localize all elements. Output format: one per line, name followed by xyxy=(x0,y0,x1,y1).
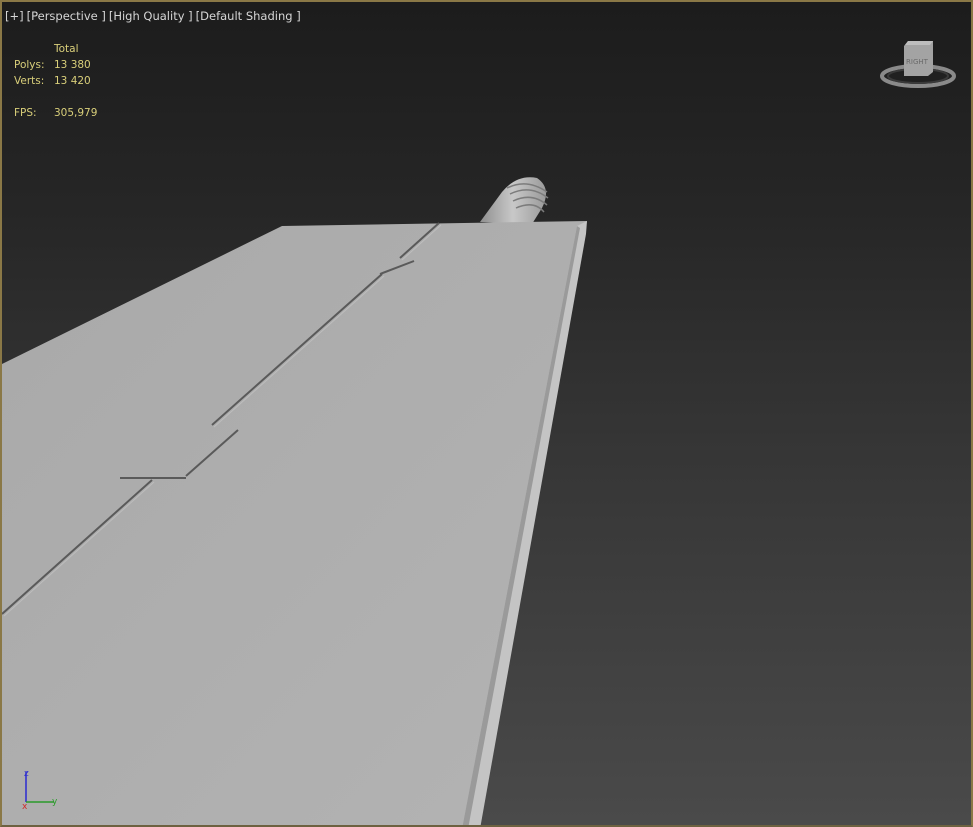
axis-triad: z y x xyxy=(16,766,64,812)
statistics-overlay: Total Polys: 13 380 Verts: 13 420 FPS: 305,… xyxy=(14,41,97,121)
perspective-viewport[interactable]: [+] [Perspective ] [High Quality ] [Default… xyxy=(0,0,973,827)
fps-label: FPS: xyxy=(14,107,37,119)
polys-label: Polys: xyxy=(14,59,45,71)
svg-text:y: y xyxy=(52,797,58,807)
viewcube-face-label: RIGHT xyxy=(906,58,929,66)
scene-model xyxy=(2,177,587,825)
svg-text:x: x xyxy=(22,802,28,810)
viewcube[interactable]: RIGHT xyxy=(878,38,958,94)
polys-value: 13 380 xyxy=(54,59,91,71)
svg-text:z: z xyxy=(24,769,29,779)
viewport-plus-menu[interactable]: [+] xyxy=(5,9,24,23)
viewport-label-menu: [+] [Perspective ] [High Quality ] [Default… xyxy=(5,9,304,23)
plank-top-face xyxy=(2,221,587,825)
verts-value: 13 420 xyxy=(54,75,91,87)
fps-value: 305,979 xyxy=(54,107,98,119)
quality-menu[interactable]: [High Quality ] xyxy=(109,9,193,23)
verts-label: Verts: xyxy=(14,75,45,87)
view-type-menu[interactable]: [Perspective ] xyxy=(27,9,106,23)
stats-header: Total xyxy=(54,43,79,55)
shading-menu[interactable]: [Default Shading ] xyxy=(196,9,301,23)
bolt xyxy=(480,177,549,224)
